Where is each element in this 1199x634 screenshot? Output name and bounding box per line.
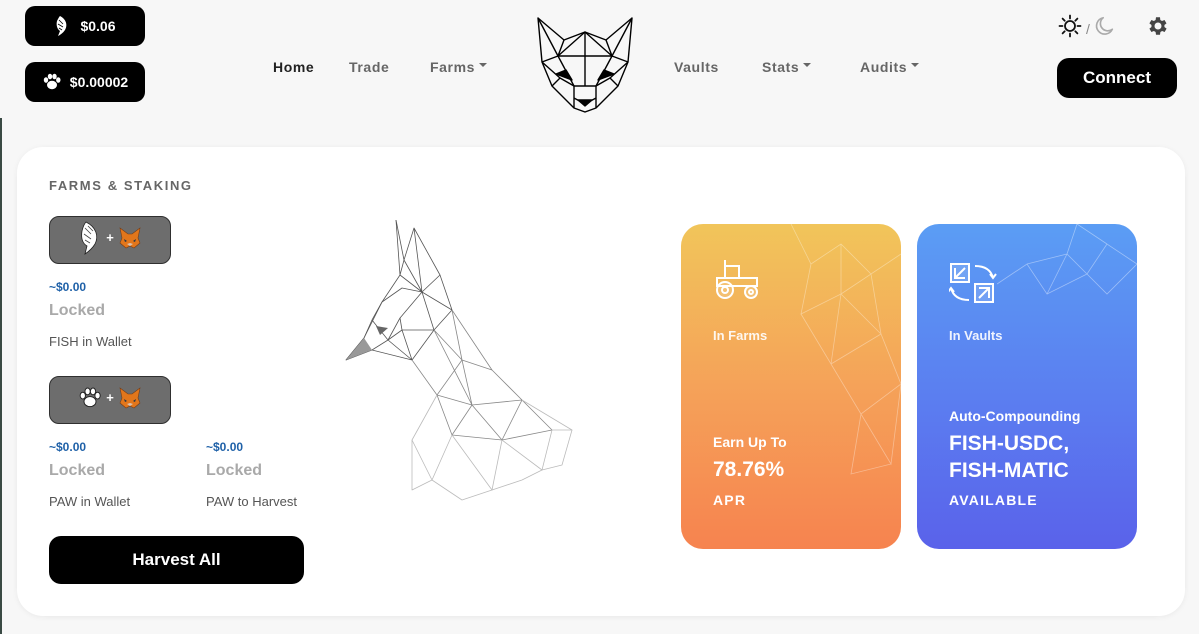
page-left-rule [0, 118, 2, 634]
harvest-all-button[interactable]: Harvest All [49, 536, 304, 584]
plus-sign: + [106, 229, 114, 245]
fish-wallet-label: FISH in Wallet [49, 334, 132, 349]
apr-label: APR [713, 492, 747, 508]
nav-trade-label: Trade [349, 59, 390, 75]
fish-icon [54, 15, 70, 37]
paw-wallet-usd: ~$0.00 [49, 440, 87, 454]
nav-home-label: Home [273, 59, 315, 75]
decorative-pattern [790, 224, 901, 475]
apr-value: 78.76% [713, 458, 785, 481]
earn-up-to-label: Earn Up To [713, 434, 787, 450]
fish-icon [78, 221, 102, 260]
nav-vaults-label: Vaults [674, 59, 719, 75]
fish-price-pill[interactable]: $0.06 [25, 6, 145, 46]
vault-swap-icon [947, 260, 997, 311]
plus-sign: + [106, 389, 114, 405]
chevron-down-icon [479, 63, 488, 67]
vaults-subtitle: In Vaults [949, 328, 1003, 343]
fox-icon [118, 226, 142, 254]
section-title: FARMS & STAKING [49, 178, 193, 193]
paw-price-value: $0.00002 [69, 74, 129, 90]
tractor-icon [713, 260, 761, 305]
farms-stat-card[interactable]: In Farms Earn Up To 78.76% APR [681, 224, 901, 549]
add-fish-to-metamask-button[interactable]: + [49, 216, 171, 264]
fish-wallet-amount: Locked [49, 302, 106, 319]
nav-farms-dropdown[interactable]: Farms [430, 59, 488, 75]
cat-illustration [342, 219, 582, 515]
auto-compounding-label: Auto-Compounding [949, 408, 1081, 424]
connect-wallet-button[interactable]: Connect [1057, 58, 1177, 98]
farms-staking-card: FARMS & STAKING + ~$0.00 Locked FISH in … [17, 147, 1185, 616]
fish-wallet-usd: ~$0.00 [49, 280, 87, 294]
nav-audits-label: Audits [860, 59, 908, 75]
fish-price-value: $0.06 [80, 18, 116, 34]
nav-home[interactable]: Home [273, 59, 314, 75]
paw-icon [42, 72, 62, 92]
fox-icon [118, 386, 142, 414]
paw-wallet-amount: Locked [49, 462, 106, 479]
vault-pair-2: FISH-MATIC [949, 459, 1069, 482]
nav-stats-label: Stats [762, 59, 800, 75]
vaults-stat-card[interactable]: In Vaults Auto-Compounding FISH-USDC, FI… [917, 224, 1137, 549]
nav-stats-dropdown[interactable]: Stats [762, 59, 812, 75]
paw-icon [78, 386, 102, 415]
nav-vaults[interactable]: Vaults [674, 59, 719, 75]
vault-pair-1: FISH-USDC, [949, 432, 1070, 455]
theme-separator: / [1086, 20, 1090, 37]
nav-farms-label: Farms [430, 59, 476, 75]
nav-trade[interactable]: Trade [349, 59, 389, 75]
paw-wallet-label: PAW in Wallet [49, 494, 131, 509]
moon-icon[interactable] [1094, 15, 1116, 42]
chevron-down-icon [911, 63, 920, 67]
available-label: AVAILABLE [949, 492, 1038, 508]
theme-toggle[interactable]: / [1058, 14, 1116, 43]
paw-harvest-usd: ~$0.00 [206, 440, 244, 454]
farms-subtitle: In Farms [713, 328, 768, 343]
cat-logo-icon[interactable] [536, 16, 634, 114]
nav-audits-dropdown[interactable]: Audits [860, 59, 920, 75]
gear-icon[interactable] [1145, 14, 1169, 43]
chevron-down-icon [803, 63, 812, 67]
sun-icon[interactable] [1058, 14, 1082, 43]
add-paw-to-metamask-button[interactable]: + [49, 376, 171, 424]
decorative-pattern [997, 224, 1137, 295]
paw-price-pill[interactable]: $0.00002 [25, 62, 145, 102]
paw-harvest-label: PAW to Harvest [206, 494, 298, 509]
paw-harvest-amount: Locked [206, 462, 263, 479]
